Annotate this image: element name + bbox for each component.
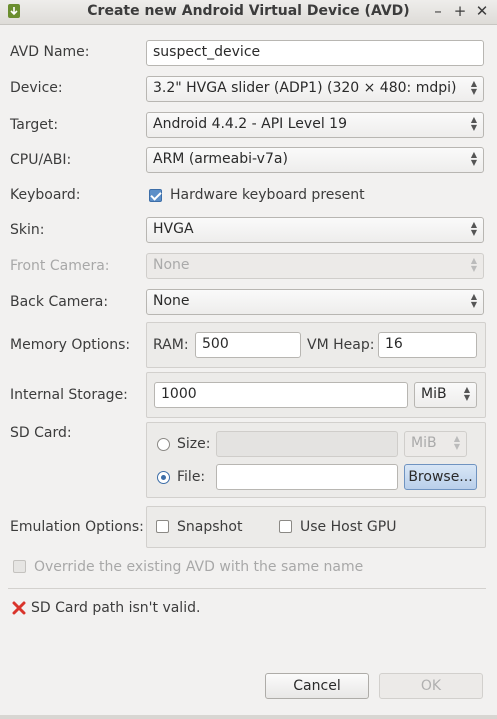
maximize-icon[interactable]: + bbox=[451, 2, 469, 20]
back-camera-select-value: None bbox=[153, 293, 190, 309]
window-titlebar: Create new Android Virtual Device (AVD) … bbox=[0, 0, 497, 25]
avd-name-input[interactable]: suspect_device bbox=[146, 40, 484, 66]
sd-file-radio[interactable] bbox=[157, 471, 170, 484]
sd-size-unit-value: MiB bbox=[411, 435, 437, 451]
internal-storage-unit-select[interactable]: MiB ▲ ▼ bbox=[414, 382, 477, 408]
hardware-keyboard-checkbox[interactable] bbox=[149, 189, 162, 202]
spinner-arrows-icon: ▲ ▼ bbox=[453, 434, 460, 451]
spinner-arrows-icon: ▲ ▼ bbox=[470, 292, 477, 309]
back-camera-label: Back Camera: bbox=[10, 294, 109, 310]
sd-file-input[interactable] bbox=[216, 464, 398, 490]
spinner-arrows-icon: ▲ ▼ bbox=[470, 256, 477, 273]
sd-file-label: File: bbox=[177, 469, 206, 485]
browse-button[interactable]: Browse... bbox=[404, 464, 477, 490]
snapshot-checkbox[interactable] bbox=[156, 520, 169, 533]
spinner-arrows-icon: ▲ ▼ bbox=[470, 150, 477, 167]
device-label: Device: bbox=[10, 80, 63, 96]
ok-button: OK bbox=[379, 673, 483, 699]
front-camera-select-value: None bbox=[153, 257, 190, 273]
vm-heap-label: VM Heap: bbox=[307, 337, 375, 353]
skin-select-value: HVGA bbox=[153, 221, 194, 237]
ram-input[interactable]: 500 bbox=[195, 332, 301, 358]
error-message: SD Card path isn't valid. bbox=[31, 600, 201, 616]
override-avd-label: Override the existing AVD with the same … bbox=[34, 559, 364, 575]
cancel-button[interactable]: Cancel bbox=[265, 673, 369, 699]
device-select-value: 3.2" HVGA slider (ADP1) (320 × 480: mdpi… bbox=[153, 80, 457, 96]
error-x-icon bbox=[12, 601, 26, 615]
skin-select[interactable]: HVGA ▲ ▼ bbox=[146, 217, 484, 243]
spinner-arrows-icon: ▲ ▼ bbox=[470, 79, 477, 96]
cpu-abi-select-value: ARM (armeabi-v7a) bbox=[153, 151, 288, 167]
hardware-keyboard-label: Hardware keyboard present bbox=[170, 187, 365, 203]
override-avd-checkbox bbox=[13, 560, 26, 573]
cpu-abi-label: CPU/ABI: bbox=[10, 152, 72, 168]
target-select[interactable]: Android 4.4.2 - API Level 19 ▲ ▼ bbox=[146, 112, 484, 138]
cpu-abi-select[interactable]: ARM (armeabi-v7a) ▲ ▼ bbox=[146, 147, 484, 173]
spinner-arrows-icon: ▲ ▼ bbox=[463, 385, 470, 402]
separator bbox=[8, 588, 486, 589]
sd-size-label: Size: bbox=[177, 436, 211, 452]
emulation-options-label: Emulation Options: bbox=[10, 519, 144, 535]
keyboard-label: Keyboard: bbox=[10, 187, 81, 203]
skin-label: Skin: bbox=[10, 222, 45, 238]
internal-storage-input[interactable]: 1000 bbox=[154, 382, 408, 408]
close-icon[interactable]: ✕ bbox=[473, 2, 491, 20]
snapshot-label: Snapshot bbox=[177, 519, 243, 535]
internal-storage-label: Internal Storage: bbox=[10, 387, 128, 403]
use-host-gpu-label: Use Host GPU bbox=[300, 519, 397, 535]
target-label: Target: bbox=[10, 117, 59, 133]
window-bottom-border bbox=[0, 715, 497, 719]
minimize-icon[interactable]: – bbox=[429, 2, 447, 20]
memory-options-label: Memory Options: bbox=[10, 337, 131, 353]
sd-card-label: SD Card: bbox=[10, 425, 72, 441]
front-camera-label: Front Camera: bbox=[10, 258, 110, 274]
front-camera-select: None ▲ ▼ bbox=[146, 253, 484, 279]
use-host-gpu-checkbox[interactable] bbox=[279, 520, 292, 533]
internal-storage-unit-value: MiB bbox=[421, 386, 447, 402]
window-title: Create new Android Virtual Device (AVD) bbox=[87, 3, 410, 19]
avd-name-label: AVD Name: bbox=[10, 44, 90, 60]
ram-label: RAM: bbox=[153, 337, 189, 353]
back-camera-select[interactable]: None ▲ ▼ bbox=[146, 289, 484, 315]
vm-heap-input[interactable]: 16 bbox=[378, 332, 477, 358]
spinner-arrows-icon: ▲ ▼ bbox=[470, 220, 477, 237]
device-select[interactable]: 3.2" HVGA slider (ADP1) (320 × 480: mdpi… bbox=[146, 76, 484, 102]
sd-size-radio[interactable] bbox=[157, 438, 170, 451]
spinner-arrows-icon: ▲ ▼ bbox=[470, 115, 477, 132]
sd-size-input bbox=[216, 431, 398, 457]
sd-size-unit-select: MiB ▲ ▼ bbox=[404, 431, 467, 457]
target-select-value: Android 4.4.2 - API Level 19 bbox=[153, 116, 347, 132]
